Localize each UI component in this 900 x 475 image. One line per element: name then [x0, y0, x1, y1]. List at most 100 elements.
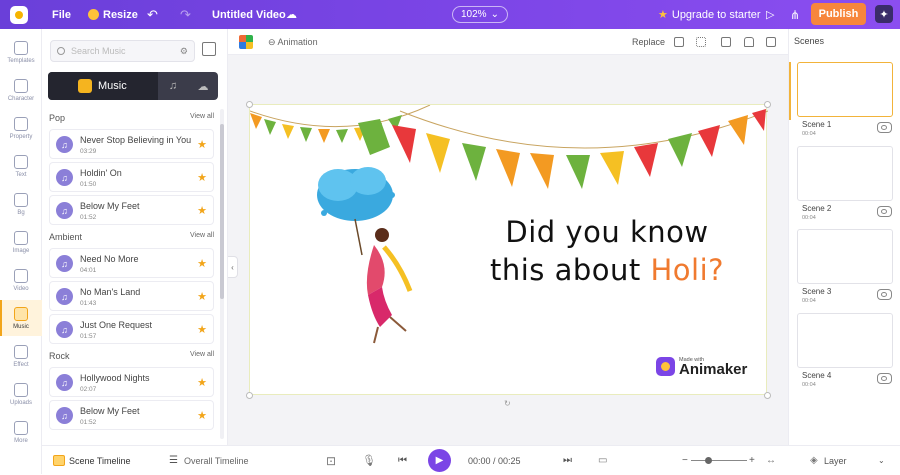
next-scene-icon[interactable]: ⏭: [563, 446, 572, 475]
zoom-out-icon[interactable]: −: [682, 446, 688, 475]
chevron-down-icon[interactable]: ⌄: [878, 446, 885, 475]
search-input[interactable]: Search Music ⚙: [50, 40, 195, 62]
previous-scene-icon[interactable]: ⏮: [398, 446, 407, 475]
app-logo[interactable]: [8, 0, 30, 29]
share-icon[interactable]: ⋔: [790, 0, 800, 29]
microphone-icon[interactable]: 🎙: [362, 446, 376, 475]
play-button[interactable]: ▶: [428, 449, 451, 472]
scene-timeline-button[interactable]: Scene Timeline: [69, 446, 131, 475]
resize-handle[interactable]: [246, 392, 253, 399]
music-track[interactable]: ♫ Below My Feet 01:52 ★: [49, 195, 214, 225]
zoom-in-icon[interactable]: +: [749, 446, 755, 475]
view-all-link[interactable]: View all: [190, 232, 214, 246]
zoom-dropdown[interactable]: 102% ⌄: [452, 6, 508, 23]
rotate-icon[interactable]: ↻: [504, 399, 511, 408]
avatar[interactable]: ✦: [875, 5, 893, 23]
resize-handle[interactable]: [246, 101, 253, 108]
project-title[interactable]: Untitled Video: [212, 0, 286, 29]
music-track[interactable]: ♫ Hollywood Nights 02:07 ★: [49, 367, 214, 397]
view-all-link[interactable]: View all: [190, 113, 214, 127]
sidebar-item-music[interactable]: Music: [0, 300, 42, 336]
music-track[interactable]: ♫ Below My Feet 01:52 ★: [49, 400, 214, 430]
overall-timeline-button[interactable]: Overall Timeline: [184, 446, 249, 475]
music-note-icon[interactable]: ♫: [56, 136, 73, 153]
resize-handle[interactable]: [764, 101, 771, 108]
upgrade-button[interactable]: ★ Upgrade to starter: [658, 0, 761, 29]
scene-question-text[interactable]: Did you know this about Holi?: [482, 213, 732, 289]
layer-button[interactable]: Layer: [824, 446, 847, 475]
music-note-icon[interactable]: ♫: [56, 255, 73, 272]
music-track[interactable]: ♫ Need No More 04:01 ★: [49, 248, 214, 278]
resize-button[interactable]: Resize: [88, 0, 138, 29]
favorite-star-icon[interactable]: ★: [197, 409, 207, 422]
tab-sound-effects[interactable]: ♫: [158, 72, 188, 100]
music-track[interactable]: ♫ Never Stop Believing in You 03:29 ★: [49, 129, 214, 159]
subtitle-icon[interactable]: ▭: [598, 446, 607, 475]
panel-scrollbar[interactable]: [220, 109, 224, 439]
sidebar-item-video[interactable]: Video: [0, 262, 42, 298]
scene-thumbnail[interactable]: [797, 229, 893, 284]
resize-handle[interactable]: [764, 392, 771, 399]
scene-label[interactable]: Scene 1: [802, 120, 831, 129]
expand-icon[interactable]: [202, 42, 216, 56]
file-menu[interactable]: File: [52, 0, 71, 29]
scene-label[interactable]: Scene 3: [802, 287, 831, 296]
animation-button[interactable]: ⊖ Animation: [268, 37, 318, 48]
scene-label[interactable]: Scene 4: [802, 371, 831, 380]
tab-music[interactable]: Music: [48, 72, 158, 100]
view-all-link[interactable]: View all: [190, 351, 214, 365]
preview-play-icon[interactable]: ▷: [766, 0, 774, 29]
sidebar-item-bg[interactable]: Bg: [0, 186, 42, 222]
fit-screen-icon[interactable]: ⊡: [326, 446, 336, 475]
music-note-icon[interactable]: ♫: [56, 407, 73, 424]
music-track[interactable]: ♫ Just One Request 01:57 ★: [49, 314, 214, 344]
scene-canvas[interactable]: Did you know this about Holi? Made with A…: [246, 101, 771, 399]
scene-thumbnail[interactable]: [797, 146, 893, 201]
scene-label[interactable]: Scene 2: [802, 204, 831, 213]
sidebar-item-more[interactable]: More: [0, 414, 42, 450]
sidebar-item-uploads[interactable]: Uploads: [0, 376, 42, 412]
sidebar-item-templates[interactable]: Templates: [0, 34, 42, 70]
sidebar-item-image[interactable]: Image: [0, 224, 42, 260]
replace-button[interactable]: Replace: [632, 37, 665, 47]
fit-width-icon[interactable]: ↔: [766, 446, 776, 475]
collapse-panel-button[interactable]: ‹: [228, 256, 238, 278]
tab-upload-music[interactable]: ☁: [188, 72, 218, 100]
redo-icon[interactable]: ↷: [180, 0, 191, 29]
music-note-icon[interactable]: ♫: [56, 321, 73, 338]
flip-icon[interactable]: [674, 37, 684, 47]
music-note-icon[interactable]: ♫: [56, 202, 73, 219]
music-track[interactable]: ♫ No Man's Land 01:43 ★: [49, 281, 214, 311]
music-note-icon[interactable]: ♫: [56, 169, 73, 186]
scene-thumbnail[interactable]: [797, 62, 893, 117]
favorite-star-icon[interactable]: ★: [197, 376, 207, 389]
music-track[interactable]: ♫ Holdin' On 01:50 ★: [49, 162, 214, 192]
zoom-slider-handle[interactable]: [705, 457, 712, 464]
print-icon[interactable]: [721, 37, 731, 47]
favorite-star-icon[interactable]: ★: [197, 290, 207, 303]
scene-visibility-icon[interactable]: [877, 206, 892, 217]
color-palette-icon[interactable]: [239, 35, 253, 49]
music-note-icon[interactable]: ♫: [56, 288, 73, 305]
sidebar-item-effect[interactable]: Effect: [0, 338, 42, 374]
sidebar-item-text[interactable]: Text: [0, 148, 42, 184]
favorite-star-icon[interactable]: ★: [197, 257, 207, 270]
sidebar-item-property[interactable]: Property: [0, 110, 42, 146]
music-note-icon[interactable]: ♫: [56, 374, 73, 391]
favorite-star-icon[interactable]: ★: [197, 204, 207, 217]
favorite-star-icon[interactable]: ★: [197, 138, 207, 151]
zoom-slider[interactable]: [691, 460, 747, 461]
scene-thumbnail[interactable]: [797, 313, 893, 368]
scene-visibility-icon[interactable]: [877, 373, 892, 384]
undo-icon[interactable]: ↶: [147, 0, 158, 29]
favorite-star-icon[interactable]: ★: [197, 323, 207, 336]
filter-icon[interactable]: ⚙: [180, 46, 188, 57]
scene-visibility-icon[interactable]: [877, 289, 892, 300]
favorite-star-icon[interactable]: ★: [197, 171, 207, 184]
lock-icon[interactable]: [744, 37, 754, 47]
scene-visibility-icon[interactable]: [877, 122, 892, 133]
transparency-icon[interactable]: [696, 37, 706, 47]
publish-button[interactable]: Publish: [811, 3, 866, 25]
sidebar-item-character[interactable]: Character: [0, 72, 42, 108]
trash-icon[interactable]: [766, 37, 776, 47]
